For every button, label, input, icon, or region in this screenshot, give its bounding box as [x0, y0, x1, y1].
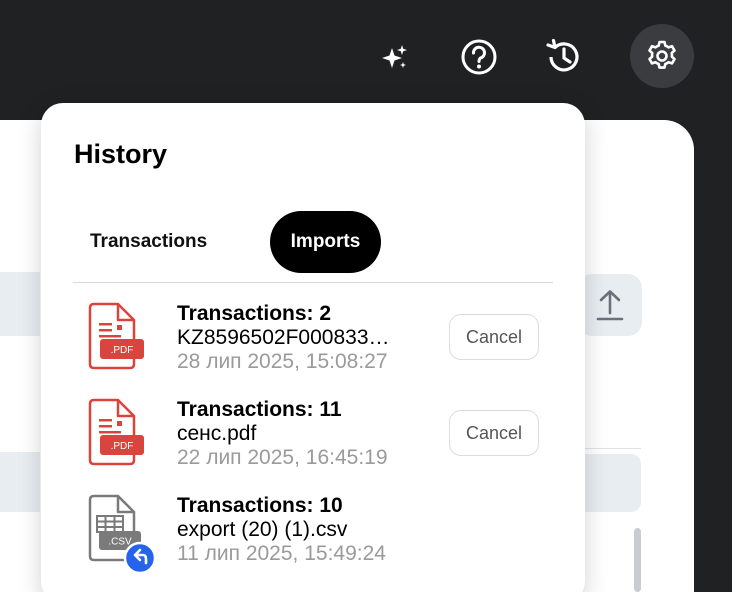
cancel-button[interactable]: Cancel — [449, 314, 539, 360]
item-title: Transactions: 11 — [177, 398, 342, 421]
item-date: 22 лип 2025, 16:45:19 — [177, 446, 388, 469]
cancel-button[interactable]: Cancel — [449, 410, 539, 456]
list-item[interactable]: .PDF Transactions: 11 сенс.pdf 22 лип 20… — [85, 398, 545, 488]
svg-text:.PDF: .PDF — [111, 441, 134, 452]
background-row — [585, 454, 641, 512]
csv-file-icon: .CSV — [85, 494, 157, 575]
tab-imports[interactable]: Imports — [270, 211, 381, 273]
item-date: 28 лип 2025, 15:08:27 — [177, 350, 388, 373]
background-row — [0, 452, 40, 512]
svg-text:.PDF: .PDF — [111, 345, 134, 356]
background-row — [0, 272, 40, 336]
list-item[interactable]: .CSV Transactions: 10 export (20) (1).cs… — [85, 494, 545, 584]
item-filename: export (20) (1).csv — [177, 518, 348, 541]
scrollbar[interactable] — [634, 528, 641, 592]
divider — [585, 448, 641, 449]
item-filename: KZ8596502F000833… — [177, 326, 390, 349]
gear-icon — [648, 40, 676, 69]
item-title: Transactions: 10 — [177, 494, 343, 517]
help-icon[interactable] — [458, 36, 500, 78]
list-item[interactable]: .PDF Transactions: 2 KZ8596502F000833… 2… — [85, 302, 545, 392]
item-title: Transactions: 2 — [177, 302, 332, 325]
tab-transactions[interactable]: Transactions — [74, 211, 270, 273]
upload-icon — [596, 290, 624, 321]
svg-text:.CSV: .CSV — [108, 537, 132, 548]
sparkle-icon[interactable] — [376, 40, 412, 76]
popover-title: History — [74, 139, 168, 169]
settings-button[interactable] — [630, 24, 694, 88]
history-icon[interactable] — [542, 36, 584, 78]
tabs-divider — [73, 282, 553, 283]
history-popover: History Transactions Imports .PDF Transa… — [41, 103, 585, 592]
item-filename: сенс.pdf — [177, 422, 257, 445]
pdf-file-icon: .PDF — [85, 398, 149, 468]
upload-button[interactable] — [578, 274, 642, 336]
item-date: 11 лип 2025, 15:49:24 — [177, 542, 386, 565]
pdf-file-icon: .PDF — [85, 302, 149, 372]
